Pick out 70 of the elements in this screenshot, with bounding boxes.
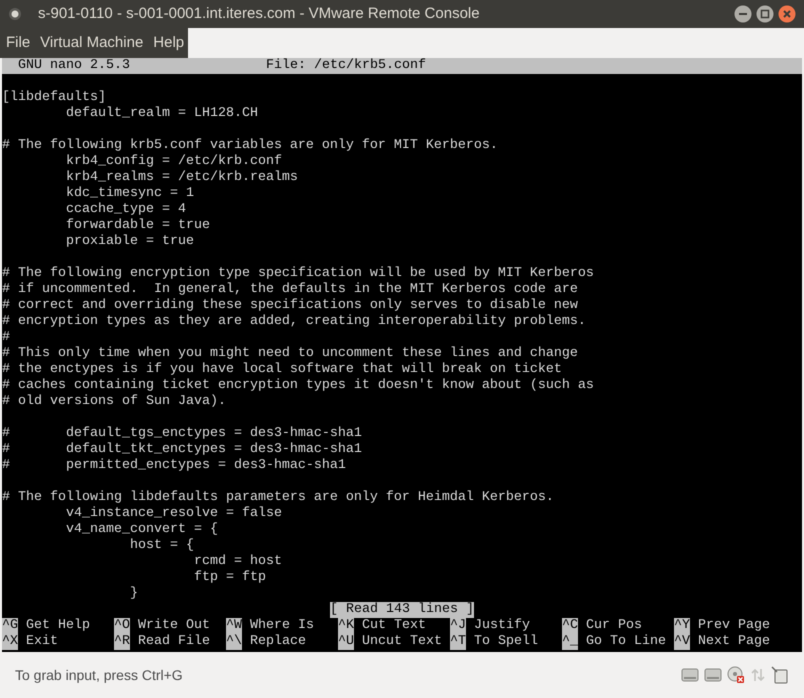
- shortcut-label: Go To Line: [586, 634, 666, 650]
- shortcut-label: To Spell: [474, 634, 538, 650]
- file-line: # The following libdefaults parameters are only for Heimdal Kerberos.: [2, 490, 554, 505]
- shortcut-label: Cur Pos: [586, 618, 642, 634]
- file-line: # correct and overriding these specifications only serves to disable new: [2, 298, 578, 313]
- file-line: # This only time when you might need to uncomment these lines and change: [2, 346, 578, 361]
- shortcut-label: Uncut Text: [362, 634, 442, 650]
- shortcut-label: Prev Page: [698, 618, 770, 634]
- file-line: # default_tkt_enctypes = des3-hmac-sha1: [2, 442, 362, 457]
- file-line: # The following encryption type specification will be used by MIT Kerberos: [2, 266, 594, 281]
- shortcut-key: ^T: [450, 634, 466, 650]
- shortcut-key: ^U: [338, 634, 354, 650]
- status-message: [ Read 143 lines ]: [330, 602, 474, 618]
- shortcut-key: ^K: [338, 618, 354, 634]
- shortcut-key: ^_: [562, 634, 578, 650]
- file-line: }: [128, 586, 138, 601]
- file-line: ftp = ftp: [192, 570, 266, 585]
- file-line: [libdefaults]: [2, 90, 106, 105]
- file-name: File: /etc/krb5.conf: [266, 58, 426, 74]
- file-line: # if uncommented. In general, the defaults in the MIT Kerberos code are: [2, 282, 578, 297]
- file-line: proxiable = true: [64, 234, 194, 249]
- file-line: krb4_config = /etc/krb.conf: [64, 154, 282, 169]
- window-title: s-901-0110 - s-001-0001.int.iteres.com - VMware Remote Console: [38, 4, 480, 24]
- file-line: rcmd = host: [192, 554, 282, 569]
- file-line: #: [2, 330, 10, 345]
- maximize-icon[interactable]: [756, 5, 774, 23]
- shortcut-label: Where Is: [250, 618, 314, 634]
- shortcut-label: Exit: [26, 634, 58, 650]
- nano-version: GNU nano 2.5.3: [17, 58, 131, 74]
- shortcut-key: ^X: [2, 634, 18, 650]
- minimize-icon[interactable]: [734, 5, 752, 23]
- file-line: # the enctypes is if you have local software that will break on ticket: [2, 362, 562, 377]
- file-line: # The following krb5.conf variables are only for MIT Kerberos.: [2, 138, 498, 153]
- menu-item[interactable]: Help: [153, 32, 184, 54]
- shortcut-label: Cut Text: [362, 618, 426, 634]
- file-line: # encryption types as they are added, creating interoperability problems.: [2, 314, 586, 329]
- shortcut-key: ^J: [450, 618, 466, 634]
- file-line: krb4_realms = /etc/krb.realms: [64, 170, 298, 185]
- shortcut-key: ^\: [226, 634, 242, 650]
- file-line: default_realm = LH128.CH: [64, 106, 258, 121]
- shortcut-label: Write Out: [138, 618, 210, 634]
- shortcut-key: ^G: [2, 618, 18, 634]
- file-line: # old versions of Sun Java).: [2, 394, 226, 409]
- file-line: ccache_type = 4: [64, 202, 186, 217]
- close-icon[interactable]: [778, 5, 796, 23]
- file-line: # permitted_enctypes = des3-hmac-sha1: [2, 458, 346, 473]
- file-line: # default_tgs_enctypes = des3-hmac-sha1: [2, 426, 362, 441]
- window-menu-icon[interactable]: [8, 7, 22, 21]
- file-line: v4_instance_resolve = false: [64, 506, 282, 521]
- shortcut-key: ^R: [114, 634, 130, 650]
- disc-disconnected-icon[interactable]: [727, 666, 745, 684]
- shortcut-label: Next Page: [698, 634, 770, 650]
- shortcut-label: Get Help: [26, 618, 90, 634]
- file-line: host = {: [128, 538, 194, 553]
- shortcut-key: ^Y: [674, 618, 690, 634]
- menu-item[interactable]: File: [6, 32, 30, 54]
- usb-device-icon[interactable]: [771, 666, 789, 684]
- shortcut-label: Justify: [474, 618, 530, 634]
- shortcut-key: ^W: [226, 618, 242, 634]
- shortcut-label: Replace: [250, 634, 306, 650]
- menu-item[interactable]: Virtual Machine: [40, 32, 144, 54]
- status-text: To grab input, press Ctrl+G: [15, 666, 183, 685]
- file-line: v4_name_convert = {: [64, 522, 218, 537]
- shortcut-key: ^C: [562, 618, 578, 634]
- shortcut-label: Read File: [138, 634, 210, 650]
- file-line: forwardable = true: [64, 218, 210, 233]
- file-line: # caches containing ticket encryption types it doesn't know about (such as: [2, 378, 594, 393]
- file-line: kdc_timesync = 1: [64, 186, 194, 201]
- shortcut-key: ^O: [114, 618, 130, 634]
- shortcut-key: ^V: [674, 634, 690, 650]
